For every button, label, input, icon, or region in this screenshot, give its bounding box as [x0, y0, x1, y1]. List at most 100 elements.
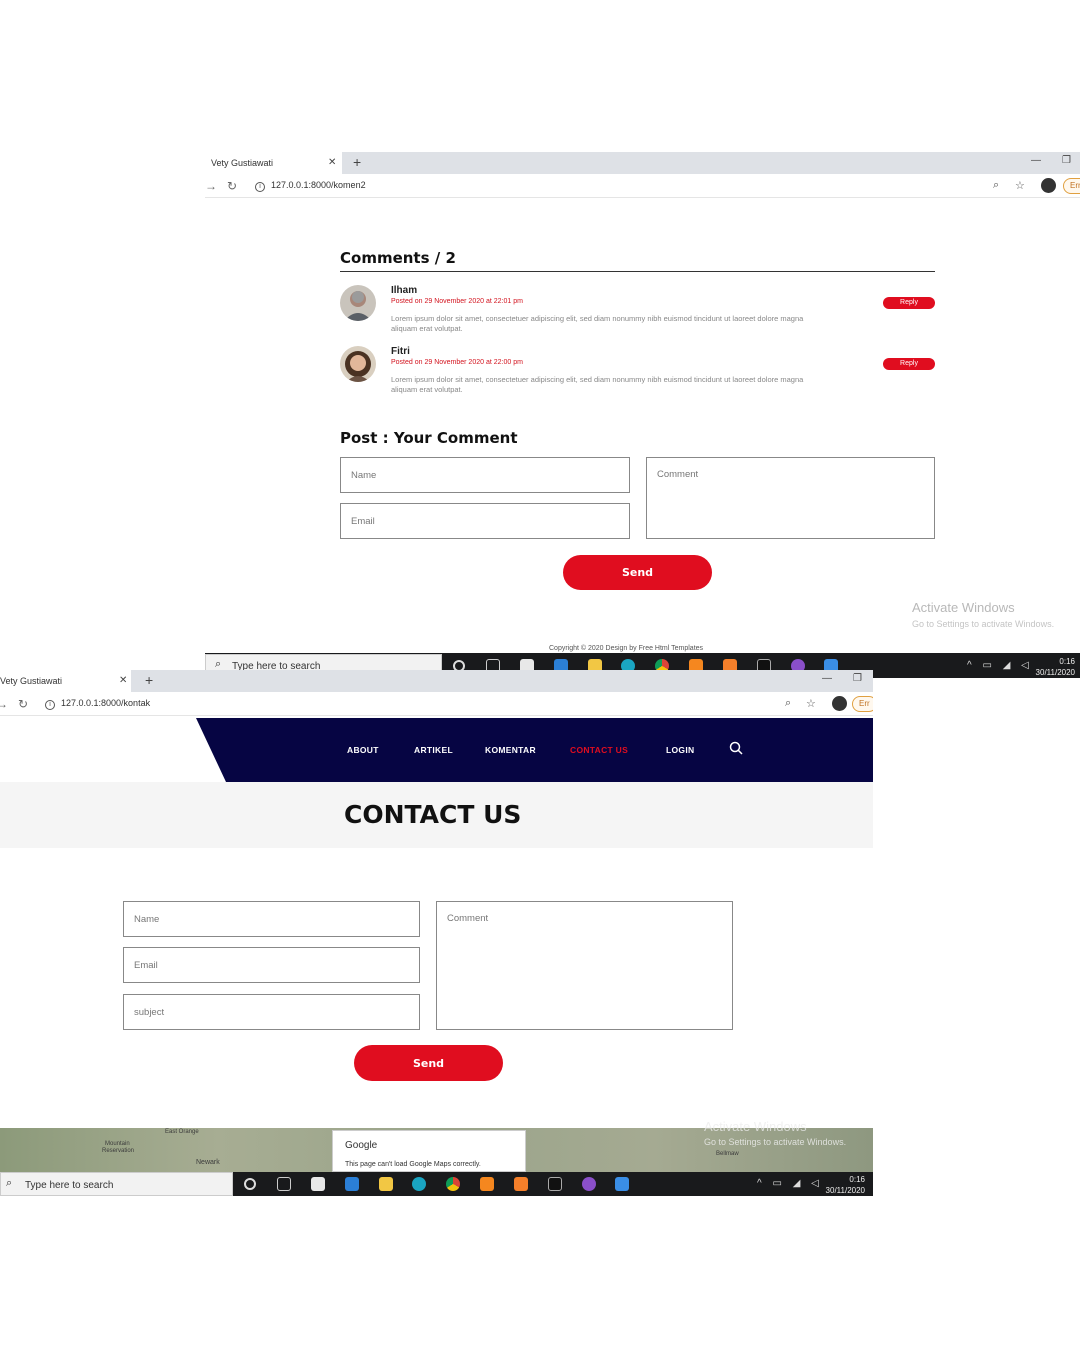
minimize-icon[interactable]: — [1031, 155, 1041, 166]
browser-tab[interactable]: Vety Gustiawati ✕ [0, 670, 131, 692]
zoom-icon[interactable]: ⌕ [993, 179, 999, 192]
system-tray-icons[interactable]: ^ ▭ ◢ ◁ [757, 1178, 823, 1189]
bookmark-star-icon[interactable]: ☆ [806, 697, 816, 710]
tab-title: Vety Gustiawati [0, 676, 63, 686]
mail-icon[interactable] [345, 1177, 359, 1191]
reply-button[interactable]: Reply [883, 358, 935, 370]
address-bar[interactable]: i 127.0.0.1:8000/komen2 [255, 180, 366, 192]
map-label: East Orange [165, 1129, 199, 1135]
reload-icon[interactable]: ↻ [227, 179, 237, 193]
activate-windows-title: Activate Windows [912, 600, 1015, 615]
info-icon[interactable]: i [255, 182, 265, 192]
email-field[interactable]: Email [340, 503, 630, 539]
close-tab-icon[interactable]: ✕ [119, 675, 127, 686]
comment-date: Posted on 29 November 2020 at 22:00 pm [391, 359, 523, 366]
browser-toolbar: → ↻ i 127.0.0.1:8000/komen2 ⌕ ☆ Err [205, 174, 1080, 198]
url-text: 127.0.0.1:8000/komen2 [271, 180, 366, 190]
comment-textarea[interactable]: Comment [436, 901, 733, 1030]
taskbar-clock[interactable]: 0:16 30/11/2020 [1025, 656, 1075, 678]
address-bar[interactable]: i 127.0.0.1:8000/kontak [45, 698, 150, 710]
minimize-icon[interactable]: — [822, 673, 832, 684]
comment-textarea[interactable]: Comment [646, 457, 935, 539]
clock-date: 30/11/2020 [825, 1186, 865, 1195]
search-icon[interactable] [729, 741, 743, 760]
new-tab-icon[interactable]: + [353, 154, 361, 170]
page-title: CONTACT US [344, 800, 522, 829]
edge-icon[interactable] [412, 1177, 426, 1191]
comment-author: Fitri [391, 346, 410, 357]
forward-icon[interactable]: → [205, 179, 217, 193]
clock-date: 30/11/2020 [1035, 668, 1075, 677]
restore-icon[interactable]: ❐ [853, 673, 862, 684]
cortana-icon[interactable] [244, 1178, 256, 1190]
close-tab-icon[interactable]: ✕ [328, 157, 336, 168]
maps-error-text: This page can't load Google Maps correct… [345, 1161, 481, 1168]
activate-windows-subtitle: Go to Settings to activate Windows. [912, 619, 1055, 629]
reply-button[interactable]: Reply [883, 297, 935, 309]
activate-windows-title: Activate Windows [704, 1119, 807, 1134]
send-button[interactable]: Send [354, 1045, 503, 1081]
tab-title: Vety Gustiawati [211, 158, 274, 168]
name-field[interactable]: Name [123, 901, 420, 937]
subject-field[interactable]: subject [123, 994, 420, 1030]
screenshot-contact-page: Vety Gustiawati ✕ + — ❐ → ↻ i 127.0.0.1:8… [0, 670, 873, 1196]
nav-artikel[interactable]: ARTIKEL [414, 745, 453, 755]
email-field[interactable]: Email [123, 947, 420, 983]
terminal-icon[interactable] [548, 1177, 562, 1191]
error-badge[interactable]: Err [852, 696, 873, 712]
reload-icon[interactable]: ↻ [18, 697, 28, 711]
forward-icon[interactable]: → [0, 697, 8, 711]
commenter-avatar [340, 346, 376, 382]
taskbar-search[interactable]: Type here to search [0, 1172, 233, 1196]
maps-error-title: Google [345, 1140, 378, 1151]
info-icon[interactable]: i [45, 700, 55, 710]
map-label: Reservation [102, 1148, 135, 1154]
heading-divider [340, 271, 935, 272]
app-purple-icon[interactable] [582, 1177, 596, 1191]
nav-about[interactable]: ABOUT [347, 745, 379, 755]
comment-date: Posted on 29 November 2020 at 22:01 pm [391, 298, 523, 305]
maps-error-dialog: Google This page can't load Google Maps … [332, 1130, 526, 1172]
map-label: Newark [196, 1159, 220, 1166]
url-text: 127.0.0.1:8000/kontak [61, 698, 151, 708]
map-label: Bellmaw [716, 1151, 739, 1157]
windows-taskbar: Type here to search ⌕ ^ ▭ ◢ ◁ 0:16 30/11… [0, 1172, 873, 1196]
bookmark-star-icon[interactable]: ☆ [1015, 179, 1025, 192]
xampp-icon[interactable] [514, 1177, 528, 1191]
comment-body: Lorem ipsum dolor sit amet, consectetuer… [391, 375, 804, 394]
screenshot-comments-page: Vety Gustiawati ✕ + — ❐ → ↻ i 127.0.0.1:8… [205, 152, 1080, 678]
chrome-icon[interactable] [446, 1177, 460, 1191]
activate-windows-subtitle: Go to Settings to activate Windows. [704, 1137, 847, 1147]
nav-login[interactable]: LOGIN [666, 745, 694, 755]
browser-tab[interactable]: Vety Gustiawati ✕ [205, 152, 342, 174]
nav-komentar[interactable]: KOMENTAR [485, 745, 536, 755]
sublime-icon[interactable] [480, 1177, 494, 1191]
nav-contact-us[interactable]: CONTACT US [570, 745, 628, 755]
comment-author: Ilham [391, 285, 418, 296]
comments-heading: Comments / 2 [340, 249, 456, 267]
browser-toolbar: → ↻ i 127.0.0.1:8000/kontak ⌕ ☆ Err [0, 692, 873, 716]
taskbar-clock[interactable]: 0:16 30/11/2020 [815, 1174, 865, 1196]
send-button[interactable]: Send [563, 555, 712, 590]
store-icon[interactable] [311, 1177, 325, 1191]
restore-icon[interactable]: ❐ [1062, 155, 1071, 166]
file-explorer-icon[interactable] [379, 1177, 393, 1191]
profile-avatar[interactable] [832, 696, 847, 711]
post-comment-heading: Post : Your Comment [340, 429, 518, 447]
commenter-avatar [340, 285, 376, 321]
browser-tabstrip: Vety Gustiawati ✕ + — ❐ [0, 670, 873, 692]
task-view-icon[interactable] [277, 1177, 291, 1191]
footer-copyright: Copyright © 2020 Design by Free Html Tem… [549, 645, 704, 652]
zoom-icon[interactable]: ⌕ [785, 697, 791, 710]
clock-time: 0:16 [849, 1175, 865, 1184]
new-tab-icon[interactable]: + [145, 672, 153, 688]
profile-avatar[interactable] [1041, 178, 1056, 193]
map-label: Mountain [105, 1141, 130, 1147]
photos-icon[interactable] [615, 1177, 629, 1191]
error-badge[interactable]: Err [1063, 178, 1080, 194]
clock-time: 0:16 [1059, 657, 1075, 666]
comment-body: Lorem ipsum dolor sit amet, consectetuer… [391, 314, 804, 333]
system-tray-icons[interactable]: ^ ▭ ◢ ◁ [967, 660, 1033, 671]
taskbar-search-text: Type here to search [25, 1180, 114, 1191]
name-field[interactable]: Name [340, 457, 630, 493]
